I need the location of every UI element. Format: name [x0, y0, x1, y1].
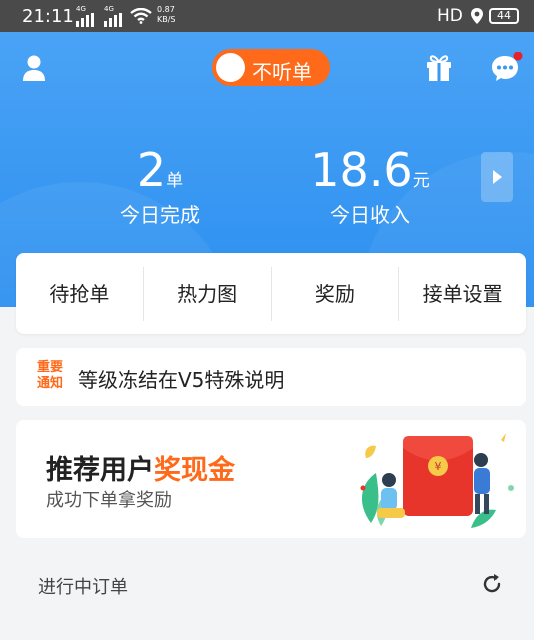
notice-bar[interactable]: 重要 通知 等级冻结在V5特殊说明: [16, 348, 526, 406]
stats-detail-button[interactable]: [481, 152, 513, 202]
chevron-right-icon: [493, 170, 502, 184]
location-icon: [471, 8, 483, 24]
stat-completed-label: 今日完成: [120, 203, 200, 227]
banner-title-main: 推荐用户: [46, 455, 154, 486]
hd-indicator: HD: [437, 6, 463, 26]
network-type-2: 4G: [104, 5, 114, 13]
toggle-knob: [216, 53, 245, 82]
listen-toggle[interactable]: 不听单: [212, 49, 330, 86]
refresh-icon[interactable]: [480, 572, 504, 596]
notice-tag: 重要 通知: [37, 360, 67, 392]
signal-icon-2: [104, 13, 122, 27]
svg-text:¥: ¥: [435, 460, 442, 473]
menu-item-heatmap[interactable]: 热力图: [144, 266, 272, 321]
stat-completed-unit: 单: [166, 171, 184, 191]
user-icon[interactable]: [22, 54, 46, 82]
ongoing-orders-section: 进行中订单: [0, 555, 534, 615]
gift-icon[interactable]: [425, 52, 453, 82]
banner-title: 推荐用户奖现金: [46, 448, 235, 487]
stat-completed-value: 2: [136, 143, 167, 197]
network-type-1: 4G: [76, 5, 86, 13]
red-envelope-illustration: ¥: [360, 433, 514, 528]
banner-title-highlight: 奖现金: [154, 455, 235, 486]
battery-level: 44: [497, 9, 511, 22]
notice-tag-line1: 重要: [37, 360, 64, 375]
wifi-icon: [130, 8, 152, 24]
battery-icon: 44: [489, 8, 519, 24]
menu-item-rewards[interactable]: 奖励: [272, 266, 400, 321]
speed-unit: KB/S: [157, 15, 176, 24]
speed-value: 0.87: [157, 5, 175, 14]
notice-text: 等级冻结在V5特殊说明: [78, 368, 285, 392]
toggle-label: 不听单: [252, 60, 312, 84]
signal-icon-1: [76, 13, 94, 27]
stat-income-value: 18.6: [310, 143, 413, 197]
menu-item-grab-orders[interactable]: 待抢单: [16, 266, 144, 321]
banner-subtitle: 成功下单拿奖励: [46, 490, 172, 511]
quick-menu: 待抢单 热力图 奖励 接单设置: [16, 253, 526, 334]
status-time: 21:11: [22, 6, 74, 27]
stat-income: 18.6元 今日收入: [280, 145, 460, 228]
stat-income-label: 今日收入: [330, 203, 410, 227]
stat-completed: 2单 今日完成: [100, 145, 220, 228]
notice-tag-line2: 通知: [37, 376, 64, 391]
ongoing-orders-title: 进行中订单: [38, 577, 128, 598]
menu-item-order-settings[interactable]: 接单设置: [399, 267, 526, 321]
status-bar: 21:11 4G 4G 0.87 KB/S HD 44: [0, 0, 534, 32]
message-icon[interactable]: [490, 52, 524, 84]
network-speed: 0.87 KB/S: [157, 5, 176, 25]
stat-income-unit: 元: [412, 171, 430, 191]
referral-banner[interactable]: 推荐用户奖现金 成功下单拿奖励 ¥: [16, 420, 526, 538]
unread-dot: [513, 52, 523, 61]
